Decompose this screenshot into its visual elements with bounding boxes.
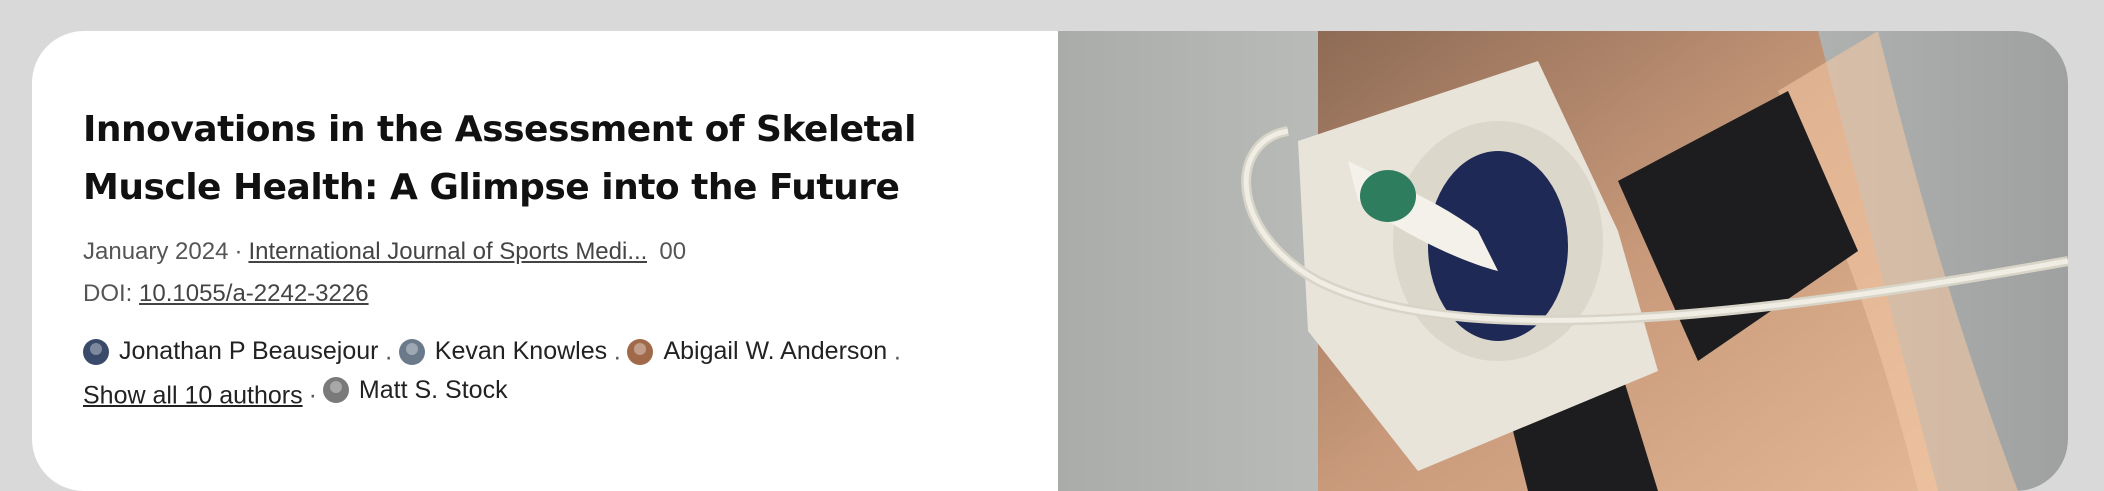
avatar xyxy=(627,338,654,365)
author-separator: · xyxy=(893,342,902,371)
author-item[interactable]: Matt S. Stock xyxy=(322,374,508,407)
author-name: Matt S. Stock xyxy=(358,375,508,404)
avatar xyxy=(83,338,109,365)
publication-meta: January 2024 · International Journal of … xyxy=(83,237,1018,267)
author-name: Abigail W. Anderson xyxy=(663,337,888,365)
meta-separator: · xyxy=(234,238,243,265)
doi-link[interactable]: 10.1055/a-2242-3226 xyxy=(139,280,369,307)
read-count: 00 xyxy=(659,238,687,265)
author-item[interactable]: Kevan Knowles xyxy=(398,335,608,368)
show-all-authors-link[interactable]: Show all 10 authors xyxy=(83,381,303,409)
author-list: Jonathan P Beausejour · Kevan Knowles · … xyxy=(83,335,1018,412)
doi-row: DOI: 10.1055/a-2242-3226 xyxy=(83,279,1018,309)
author-separator: · xyxy=(308,381,317,409)
publication-date: January 2024 xyxy=(83,238,229,265)
article-card: Innovations in the Assessment of Skeleta… xyxy=(32,31,2068,491)
journal-link[interactable]: International Journal of Sports Medi... xyxy=(248,237,647,267)
doi-label: DOI: xyxy=(83,280,133,307)
avatar xyxy=(398,338,425,365)
author-separator: · xyxy=(613,342,622,371)
author-item[interactable]: Jonathan P Beausejour xyxy=(83,335,378,368)
article-title[interactable]: Innovations in the Assessment of Skeleta… xyxy=(83,101,1018,217)
author-name: Kevan Knowles xyxy=(434,337,608,365)
article-info: Innovations in the Assessment of Skeleta… xyxy=(32,31,1058,491)
ultrasound-probe-on-arm-image xyxy=(1058,31,2068,491)
author-item[interactable]: Abigail W. Anderson xyxy=(627,335,887,368)
author-name: Jonathan P Beausejour xyxy=(119,337,379,365)
author-separator: · xyxy=(384,342,393,371)
article-image xyxy=(1058,31,2068,491)
avatar xyxy=(322,377,349,403)
